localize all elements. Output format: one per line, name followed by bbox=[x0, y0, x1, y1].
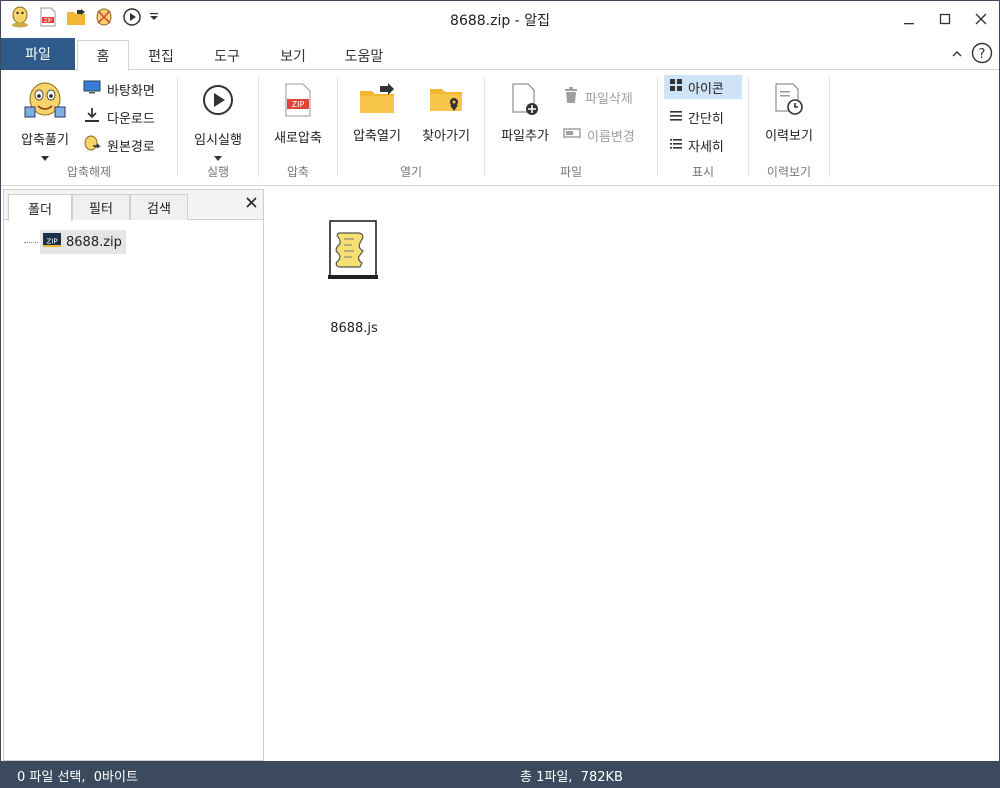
svg-text:ZIP: ZIP bbox=[292, 100, 305, 109]
close-button[interactable] bbox=[963, 1, 999, 37]
total-status: 총 1파일, 782KB bbox=[520, 770, 623, 785]
script-file-icon bbox=[326, 219, 382, 285]
app-window: ZIP 8688.zip - 알집 파일 홈 편집 도구 보기 도움말 ? 압축… bbox=[0, 0, 1000, 788]
desktop-icon bbox=[83, 80, 101, 98]
tab-edit[interactable]: 편집 bbox=[135, 40, 187, 71]
tab-view[interactable]: 보기 bbox=[267, 40, 319, 71]
go-to-button[interactable]: 찾아가기 bbox=[412, 83, 480, 144]
title-bar: ZIP 8688.zip - 알집 bbox=[1, 1, 999, 37]
tab-home[interactable]: 홈 bbox=[77, 40, 129, 71]
extract-to-downloads-button[interactable]: 다운로드 bbox=[83, 105, 155, 129]
compress-group: ZIP 새로압축 압축 bbox=[259, 71, 337, 186]
view-icon-label: 아이콘 bbox=[688, 81, 724, 97]
extract-button[interactable]: 압축풀기 bbox=[13, 79, 77, 165]
tab-tools[interactable]: 도구 bbox=[201, 40, 253, 71]
folder-tree: ZIP 8688.zip bbox=[24, 230, 126, 254]
add-file-button[interactable]: 파일추가 bbox=[491, 83, 559, 144]
file-group: 파일추가 파일삭제 이름변경 파일 bbox=[485, 71, 657, 186]
extract-to-desktop-button[interactable]: 바탕화면 bbox=[83, 77, 155, 101]
ribbon-tabs: 파일 홈 편집 도구 보기 도움말 ? bbox=[1, 38, 999, 71]
delete-file-button[interactable]: 파일삭제 bbox=[563, 85, 633, 109]
trash-icon bbox=[563, 86, 579, 108]
svg-text:ZIP: ZIP bbox=[46, 238, 57, 246]
ribbon: 압축풀기 바탕화면 다운로드 원본경로 압축해제 임시실행 실행 ZIP 새로압… bbox=[1, 71, 999, 186]
left-pane: 폴더 필터 검색 ZIP 8688.zip bbox=[3, 189, 264, 761]
tab-folder[interactable]: 폴더 bbox=[8, 194, 72, 221]
add-file-icon bbox=[510, 83, 540, 121]
rename-label: 이름변경 bbox=[587, 129, 635, 145]
file-group-label: 파일 bbox=[559, 165, 583, 179]
rename-icon bbox=[563, 127, 581, 143]
tab-filter[interactable]: 필터 bbox=[72, 194, 130, 220]
open-archive-label: 압축열기 bbox=[353, 129, 401, 144]
temp-run-button[interactable]: 임시실행 bbox=[182, 83, 254, 165]
zip-archive-icon: ZIP bbox=[42, 231, 62, 253]
list-icon bbox=[670, 110, 682, 125]
download-icon bbox=[83, 107, 101, 127]
window-title: 8688.zip - 알집 bbox=[450, 13, 550, 29]
tabrow-right-controls: ? bbox=[951, 42, 993, 68]
temp-run-label: 임시실행 bbox=[194, 133, 242, 148]
left-pane-tabs: 폴더 필터 검색 bbox=[4, 190, 263, 221]
collapse-ribbon-icon[interactable] bbox=[951, 48, 963, 63]
close-pane-icon[interactable] bbox=[246, 193, 257, 212]
tree-item-label: 8688.zip bbox=[66, 234, 122, 250]
view-detail-button[interactable]: 자세히 bbox=[670, 133, 724, 157]
add-file-label: 파일추가 bbox=[501, 129, 549, 144]
new-compress-button[interactable]: ZIP 새로압축 bbox=[263, 83, 333, 146]
detail-list-icon bbox=[670, 138, 682, 153]
zip-file-icon: ZIP bbox=[284, 83, 312, 121]
history-button[interactable]: 이력보기 bbox=[755, 83, 823, 144]
file-list-pane: 8688.js bbox=[266, 189, 999, 761]
extract-to-original-button[interactable]: 원본경로 bbox=[83, 133, 155, 157]
open-group-label: 열기 bbox=[399, 165, 423, 179]
tab-help[interactable]: 도움말 bbox=[333, 40, 395, 71]
run-group-label: 실행 bbox=[206, 165, 230, 179]
tab-search[interactable]: 검색 bbox=[130, 194, 188, 220]
history-group-label: 이력보기 bbox=[766, 165, 812, 179]
minimize-button[interactable] bbox=[891, 1, 927, 37]
grid-icon bbox=[670, 79, 682, 95]
file-item[interactable]: 8688.js bbox=[324, 219, 384, 336]
help-icon[interactable]: ? bbox=[971, 42, 993, 68]
play-circle-icon bbox=[201, 83, 235, 121]
run-group: 임시실행 실행 bbox=[178, 71, 258, 186]
compress-group-label: 압축 bbox=[286, 165, 310, 179]
open-group: 압축열기 찾아가기 열기 bbox=[338, 71, 484, 186]
selection-status: 0 파일 선택, 0바이트 bbox=[17, 770, 138, 785]
extract-group: 압축풀기 바탕화면 다운로드 원본경로 압축해제 bbox=[1, 71, 177, 186]
desktop-label: 바탕화면 bbox=[107, 83, 155, 99]
tree-connector bbox=[24, 241, 38, 243]
original-path-icon bbox=[83, 134, 101, 156]
go-to-label: 찾아가기 bbox=[422, 129, 470, 144]
view-icon-button[interactable]: 아이콘 bbox=[664, 75, 742, 99]
view-group: 아이콘 간단히 자세히 표시 bbox=[658, 71, 748, 186]
history-icon bbox=[773, 83, 805, 121]
tree-item-root[interactable]: ZIP 8688.zip bbox=[40, 230, 126, 254]
delete-file-label: 파일삭제 bbox=[585, 91, 633, 107]
status-bar: 0 파일 선택, 0바이트 총 1파일, 782KB bbox=[1, 761, 999, 788]
original-path-label: 원본경로 bbox=[107, 139, 155, 155]
tab-file[interactable]: 파일 bbox=[1, 38, 75, 70]
file-name: 8688.js bbox=[330, 321, 378, 336]
group-divider bbox=[829, 77, 830, 177]
rename-button[interactable]: 이름변경 bbox=[563, 123, 635, 147]
open-archive-button[interactable]: 압축열기 bbox=[344, 83, 410, 144]
svg-text:?: ? bbox=[979, 47, 986, 62]
view-group-label: 표시 bbox=[691, 165, 715, 179]
history-label: 이력보기 bbox=[765, 129, 813, 144]
view-simple-label: 간단히 bbox=[688, 111, 724, 127]
open-archive-folder-icon bbox=[358, 83, 396, 119]
history-group: 이력보기 이력보기 bbox=[749, 71, 829, 186]
alzip-mascot-icon bbox=[23, 79, 67, 125]
extract-button-label: 압축풀기 bbox=[21, 133, 69, 148]
download-label: 다운로드 bbox=[107, 111, 155, 127]
view-detail-label: 자세히 bbox=[688, 139, 724, 155]
window-controls bbox=[891, 1, 999, 37]
extract-group-label: 압축해제 bbox=[66, 165, 112, 179]
locate-folder-icon bbox=[428, 83, 464, 119]
new-compress-label: 새로압축 bbox=[274, 131, 322, 146]
maximize-button[interactable] bbox=[927, 1, 963, 37]
view-simple-button[interactable]: 간단히 bbox=[670, 105, 724, 129]
